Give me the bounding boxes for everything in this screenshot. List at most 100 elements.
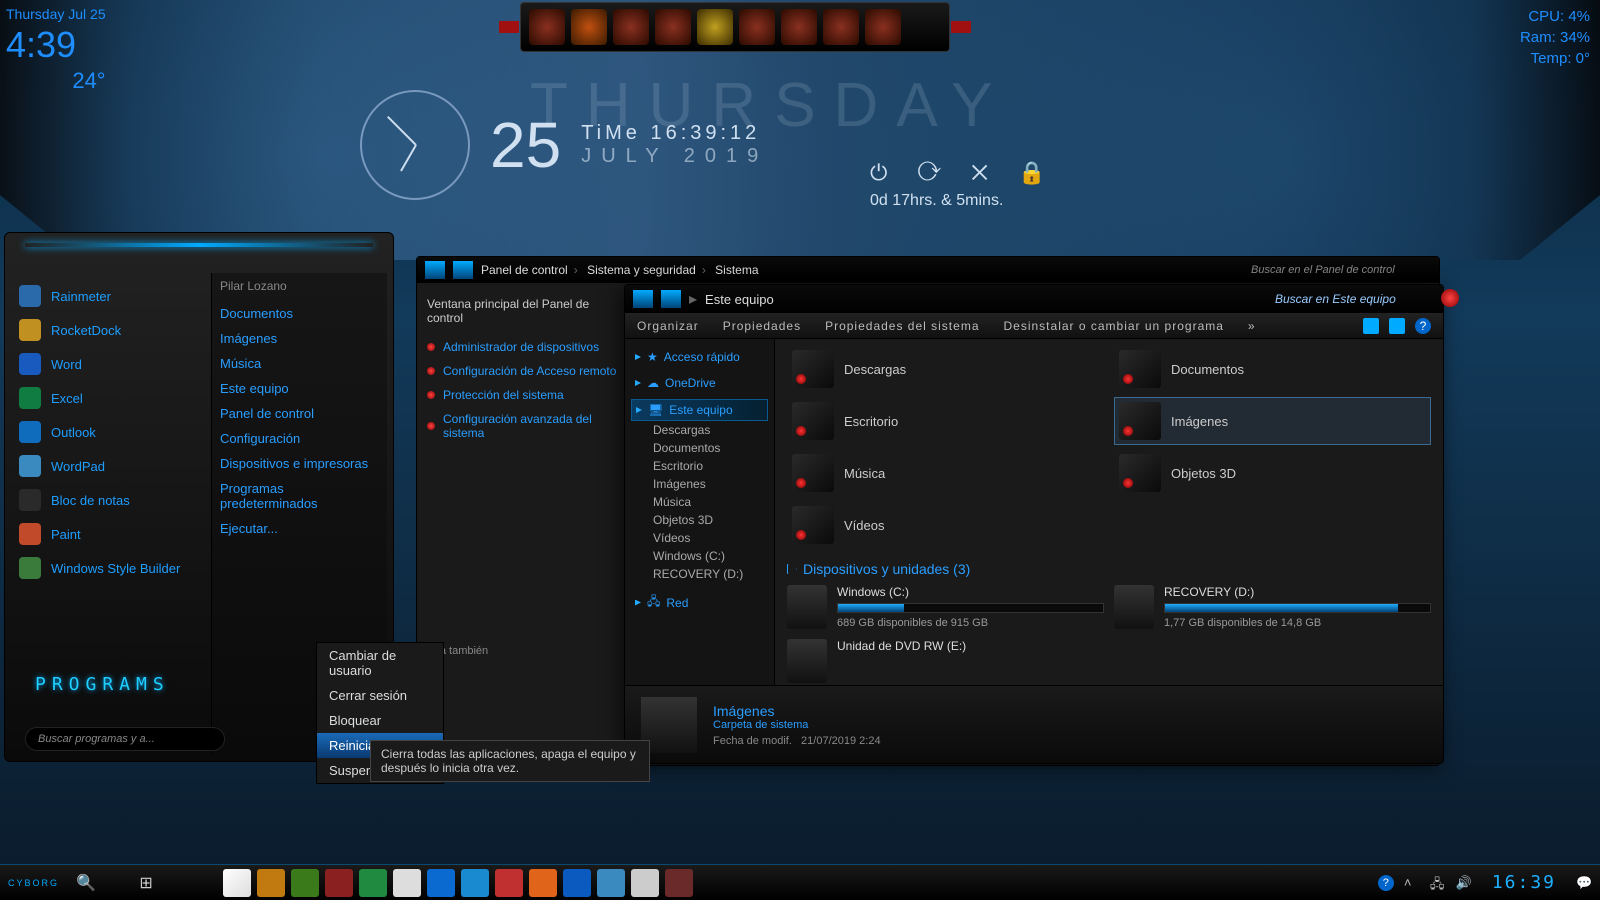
action-center-icon[interactable]: 💬 — [1576, 875, 1592, 891]
nav-item[interactable]: Descargas — [631, 421, 768, 439]
start-app-windows-style-builder[interactable]: Windows Style Builder — [15, 551, 207, 585]
folder-item[interactable]: Vídeos — [787, 501, 1104, 549]
cortana-icon[interactable] — [103, 870, 129, 896]
dock-item[interactable] — [697, 9, 733, 45]
tb-sysprops[interactable]: Propiedades del sistema — [825, 319, 979, 333]
preview-icon[interactable] — [1389, 318, 1405, 334]
help-tray-icon[interactable]: ? — [1378, 875, 1394, 891]
start-menu-programs-label[interactable]: PROGRAMS — [35, 674, 170, 695]
taskbar-app-maxthon[interactable] — [563, 869, 591, 897]
explorer-addressbar[interactable]: ▸ Este equipo Buscar en Este equipo — [625, 285, 1443, 313]
taskbar-app-app1[interactable] — [325, 869, 353, 897]
close-icon[interactable] — [1441, 289, 1459, 307]
drive-item[interactable]: RECOVERY (D:)1,77 GB disponibles de 14,8… — [1114, 585, 1431, 629]
start-app-bloc-de-notas[interactable]: Bloc de notas — [15, 483, 207, 517]
start-place-item[interactable]: Configuración — [220, 426, 379, 451]
folder-item[interactable]: Imágenes — [1114, 397, 1431, 445]
taskbar-app-nvidia[interactable] — [291, 869, 319, 897]
tb-organize[interactable]: Organizar — [637, 319, 699, 333]
nav-item[interactable]: Música — [631, 493, 768, 511]
taskbar-app-winamp[interactable] — [257, 869, 285, 897]
folder-item[interactable]: Objetos 3D — [1114, 449, 1431, 497]
start-place-item[interactable]: Documentos — [220, 301, 379, 326]
volume-icon[interactable]: 🔊 — [1456, 875, 1472, 891]
start-place-item[interactable]: Ejecutar... — [220, 516, 379, 541]
explorer-search[interactable]: Buscar en Este equipo — [1275, 292, 1435, 306]
folder-item[interactable]: Documentos — [1114, 345, 1431, 393]
taskbar-app-paint[interactable] — [597, 869, 625, 897]
start-app-rainmeter[interactable]: Rainmeter — [15, 279, 207, 313]
taskbar-app-ie[interactable] — [461, 869, 489, 897]
tb-uninstall[interactable]: Desinstalar o cambiar un programa — [1004, 319, 1224, 333]
search-icon[interactable]: 🔍 — [73, 870, 99, 896]
taskbar-app-firefox[interactable] — [529, 869, 557, 897]
nav-item[interactable]: Escritorio — [631, 457, 768, 475]
start-place-item[interactable]: Imágenes — [220, 326, 379, 351]
start-place-item[interactable]: Panel de control — [220, 401, 379, 426]
folder-item[interactable]: Escritorio — [787, 397, 1104, 445]
help-icon[interactable]: ? — [1415, 318, 1431, 334]
control-panel-link[interactable]: Configuración avanzada del sistema — [427, 407, 627, 445]
control-panel-addressbar[interactable]: Panel de control› Sistema y seguridad› S… — [417, 257, 1439, 283]
dock-item[interactable] — [571, 9, 607, 45]
nav-this-pc[interactable]: 🖥 Este equipo — [631, 399, 768, 421]
taskbar-app-app2[interactable] — [359, 869, 387, 897]
start-menu-user[interactable]: Pilar Lozano — [220, 279, 379, 301]
nav-item[interactable]: RECOVERY (D:) — [631, 565, 768, 583]
dock-item[interactable] — [823, 9, 859, 45]
power-item[interactable]: Cerrar sesión — [317, 683, 443, 708]
nav-item[interactable]: Windows (C:) — [631, 547, 768, 565]
drive-dvd[interactable]: Unidad de DVD RW (E:) — [787, 639, 1431, 683]
nav-quick-access[interactable]: ★ Acceso rápido — [631, 347, 768, 367]
nav-item[interactable]: Documentos — [631, 439, 768, 457]
dock-item[interactable] — [655, 9, 691, 45]
taskview-icon[interactable]: ⊞ — [133, 870, 159, 896]
nav-fwd-icon[interactable] — [453, 261, 473, 279]
nav-back-icon[interactable] — [425, 261, 445, 279]
nav-back-icon[interactable] — [633, 290, 653, 308]
power-item[interactable]: Bloquear — [317, 708, 443, 733]
dock-item[interactable] — [529, 9, 565, 45]
devices-heading[interactable]: Dispositivos y unidades (3) — [787, 561, 1431, 577]
start-app-word[interactable]: Word — [15, 347, 207, 381]
power-item[interactable]: Cambiar de usuario — [317, 643, 443, 683]
dock-item[interactable] — [739, 9, 775, 45]
start-app-paint[interactable]: Paint — [15, 517, 207, 551]
nav-item[interactable]: Vídeos — [631, 529, 768, 547]
breadcrumb[interactable]: Este equipo — [705, 292, 774, 307]
taskbar-app-ccleaner[interactable] — [495, 869, 523, 897]
start-place-item[interactable]: Dispositivos e impresoras — [220, 451, 379, 476]
network-icon[interactable]: 🖧 — [1430, 875, 1446, 891]
nav-item[interactable]: Objetos 3D — [631, 511, 768, 529]
breadcrumb[interactable]: Panel de control› Sistema y seguridad› S… — [481, 263, 759, 277]
start-app-wordpad[interactable]: WordPad — [15, 449, 207, 483]
nav-network[interactable]: 🖧 Red — [631, 589, 768, 616]
nav-fwd-icon[interactable] — [661, 290, 681, 308]
control-panel-link[interactable]: Administrador de dispositivos — [427, 335, 627, 359]
start-app-outlook[interactable]: Outlook — [15, 415, 207, 449]
folder-item[interactable]: Música — [787, 449, 1104, 497]
start-place-item[interactable]: Música — [220, 351, 379, 376]
start-place-item[interactable]: Este equipo — [220, 376, 379, 401]
dock-item[interactable] — [865, 9, 901, 45]
control-panel-link[interactable]: Protección del sistema — [427, 383, 627, 407]
folder-item[interactable]: Descargas — [787, 345, 1104, 393]
view-icon[interactable] — [1363, 318, 1379, 334]
taskbar-clock[interactable]: 16:39 — [1492, 872, 1556, 893]
start-app-rocketdock[interactable]: RocketDock — [15, 313, 207, 347]
taskbar-app-mail[interactable] — [393, 869, 421, 897]
dock-item[interactable] — [613, 9, 649, 45]
top-dock[interactable] — [520, 2, 950, 52]
nav-onedrive[interactable]: ☁ OneDrive — [631, 373, 768, 393]
dock-item[interactable] — [781, 9, 817, 45]
start-place-item[interactable]: Programas predeterminados — [220, 476, 379, 516]
tray-chevron-icon[interactable]: ˄ — [1404, 875, 1420, 891]
drive-item[interactable]: Windows (C:)689 GB disponibles de 915 GB — [787, 585, 1104, 629]
start-app-excel[interactable]: Excel — [15, 381, 207, 415]
taskbar-app-store[interactable] — [223, 869, 251, 897]
start-menu-search[interactable]: Buscar programas y a... — [25, 727, 225, 751]
nav-item[interactable]: Imágenes — [631, 475, 768, 493]
taskbar-app-edge[interactable] — [427, 869, 455, 897]
control-panel-search[interactable]: Buscar en el Panel de control — [1251, 264, 1431, 276]
tb-properties[interactable]: Propiedades — [723, 319, 801, 333]
